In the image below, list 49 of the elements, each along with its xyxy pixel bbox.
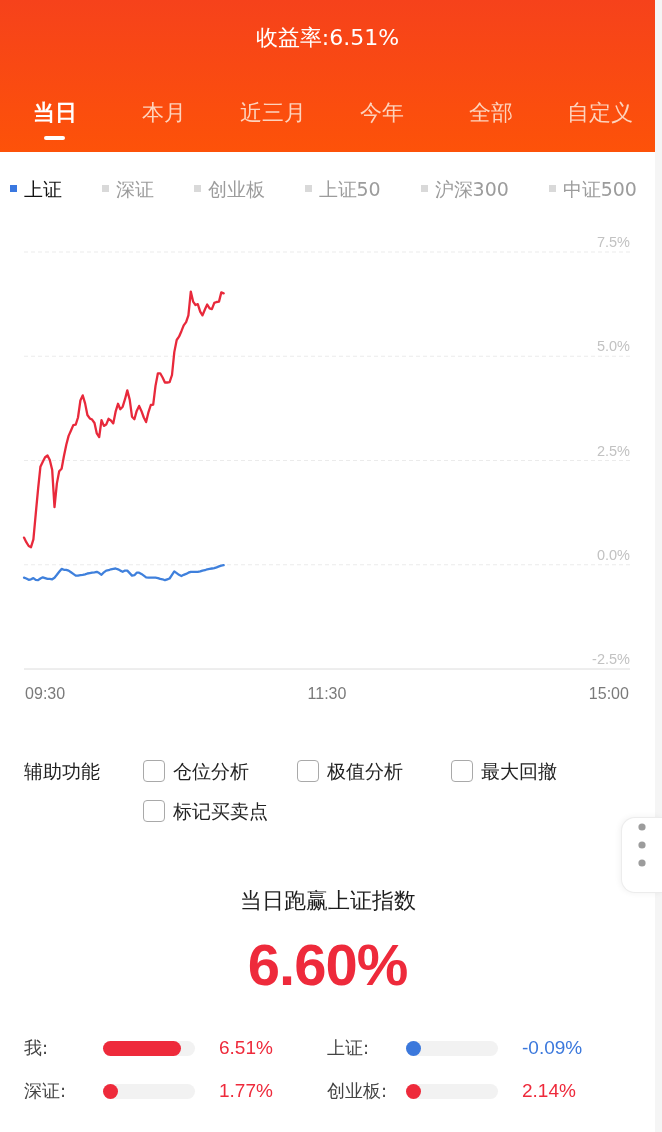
axis-label: 09:30 — [25, 685, 66, 702]
compare-label: 深证: — [24, 1079, 68, 1103]
checkbox-label[interactable]: 极值分析 — [327, 758, 403, 784]
compare-value: 1.77% — [219, 1079, 273, 1103]
square-marker-icon — [420, 185, 428, 192]
axis-label: 15:00 — [588, 685, 629, 702]
axis-label: -2.5% — [592, 651, 630, 667]
index-tab[interactable]: 创业板 — [193, 175, 265, 202]
square-marker-icon — [101, 185, 109, 192]
axis-label: 5.0% — [596, 338, 630, 355]
compare-label: 上证: — [327, 1036, 371, 1060]
checkbox-label[interactable]: 仓位分析 — [173, 758, 249, 784]
period-tab[interactable]: 自定义 — [567, 99, 634, 140]
checkbox[interactable] — [451, 760, 473, 782]
compare-label: 我: — [24, 1036, 50, 1060]
period-tab[interactable]: 本月 — [141, 99, 186, 140]
square-marker-icon — [193, 185, 201, 192]
axis-label: 0.0% — [596, 546, 630, 563]
square-marker-icon — [548, 185, 556, 192]
summary-value: 6.60% — [247, 933, 408, 997]
checkbox-label[interactable]: 最大回撤 — [481, 758, 557, 784]
compare-value: -0.09% — [522, 1036, 583, 1060]
side-handle[interactable] — [621, 817, 662, 893]
summary-title: 当日跑赢上证指数 — [239, 887, 416, 915]
index-tab[interactable]: 深证 — [101, 175, 154, 202]
compare-label: 创业板: — [327, 1079, 389, 1103]
period-tab[interactable]: 全部 — [469, 99, 514, 140]
index-tab[interactable]: 上证 — [10, 175, 62, 202]
period-tab[interactable]: 当日 — [32, 99, 77, 140]
axis-label: 11:30 — [307, 685, 347, 702]
axis-label: 7.5% — [596, 234, 630, 250]
checkbox[interactable] — [297, 760, 319, 782]
compare-value: 2.14% — [522, 1079, 576, 1103]
square-marker-icon — [304, 185, 312, 192]
index-tab[interactable]: 沪深300 — [420, 175, 509, 202]
tab-indicator — [44, 136, 66, 140]
page-title: 收益率:6.51% — [255, 24, 400, 52]
square-marker-icon — [10, 185, 17, 192]
compare-value: 6.51% — [219, 1036, 273, 1060]
period-tab[interactable]: 今年 — [360, 99, 405, 140]
axis-label: 2.5% — [596, 442, 630, 459]
period-tab[interactable]: 近三月 — [239, 99, 306, 140]
more-icon — [638, 823, 646, 867]
checkbox[interactable] — [143, 760, 165, 782]
checkbox[interactable] — [143, 800, 165, 822]
checkbox-label[interactable]: 标记买卖点 — [173, 798, 268, 824]
section-label: 辅助功能 — [24, 759, 101, 784]
index-tab[interactable]: 中证500 — [548, 175, 637, 202]
index-tab[interactable]: 上证50 — [304, 175, 381, 202]
